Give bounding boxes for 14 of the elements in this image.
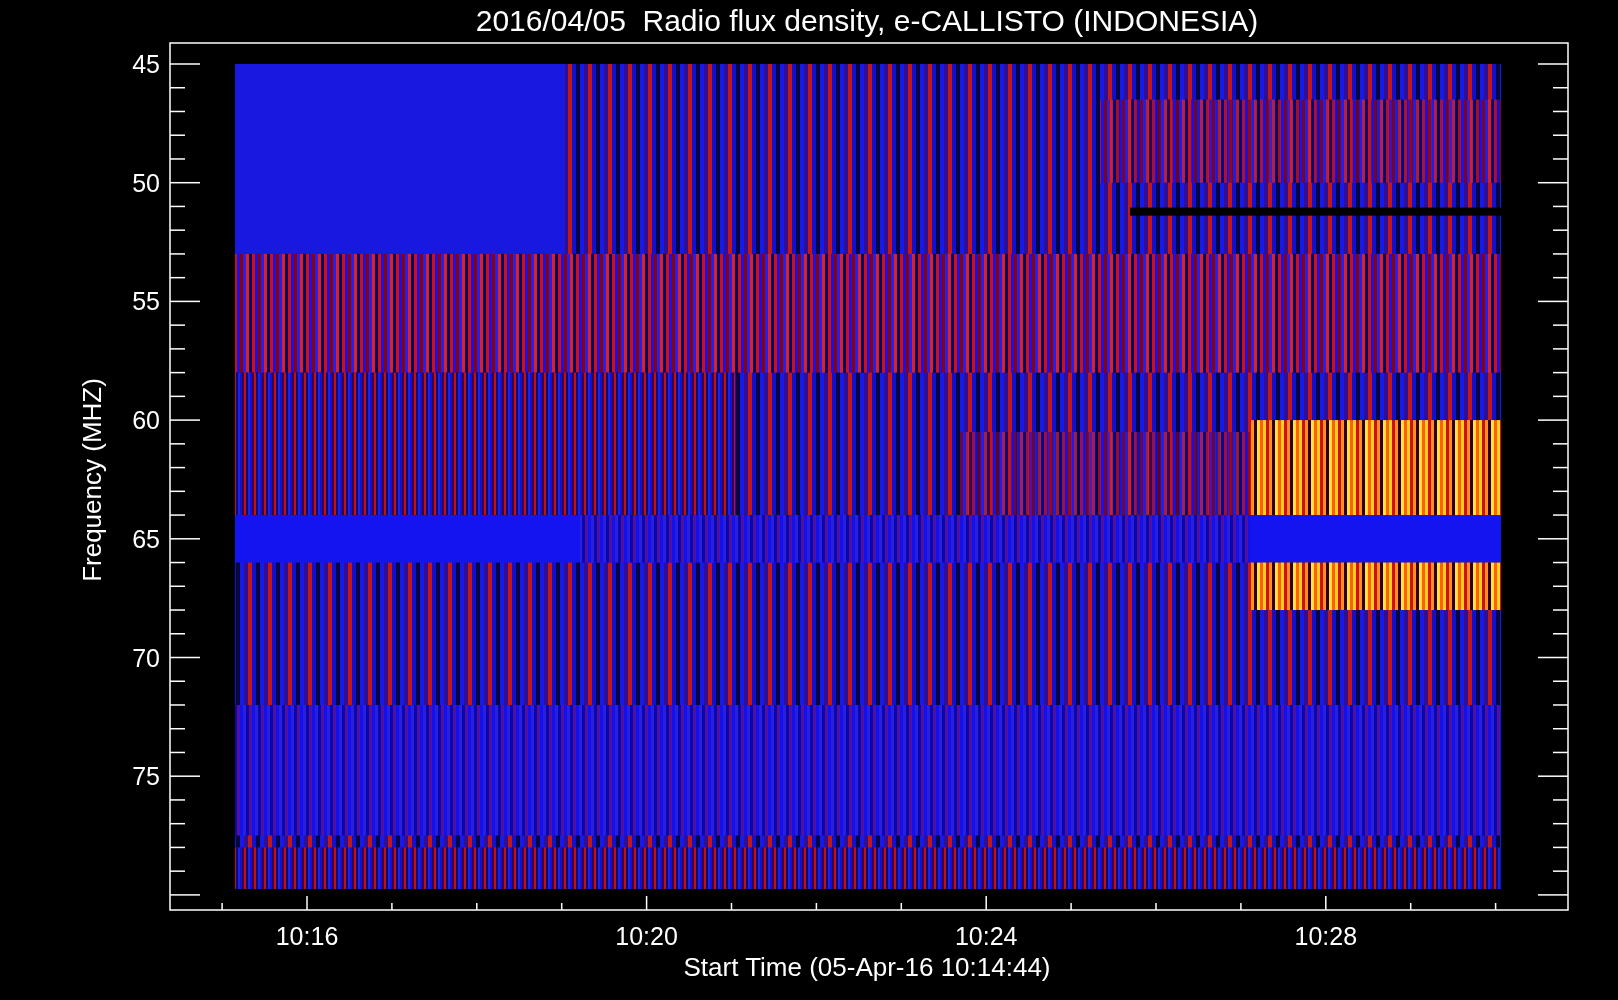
- y-axis-title: Frequency (MHZ): [77, 378, 107, 582]
- x-tick-label: 10:24: [954, 922, 1018, 950]
- y-tick-label: 60: [132, 406, 160, 435]
- y-tick-label: 75: [132, 762, 160, 791]
- x-axis-title: Start Time (05-Apr-16 10:14:44): [683, 952, 1051, 982]
- chart-title: 2016/04/05 Radio flux density, e-CALLISTO (INDONESIA): [475, 4, 1259, 37]
- y-tick-label: 45: [132, 50, 160, 78]
- y-tick-label: 70: [132, 643, 160, 672]
- y-tick-label: 55: [132, 287, 160, 316]
- y-tick-label: 65: [132, 524, 160, 553]
- y-tick-label: 50: [132, 168, 160, 197]
- x-tick-label: 10:20: [615, 922, 678, 950]
- x-tick-label: 10:28: [1294, 922, 1358, 950]
- x-tick-label: 10:16: [275, 922, 339, 950]
